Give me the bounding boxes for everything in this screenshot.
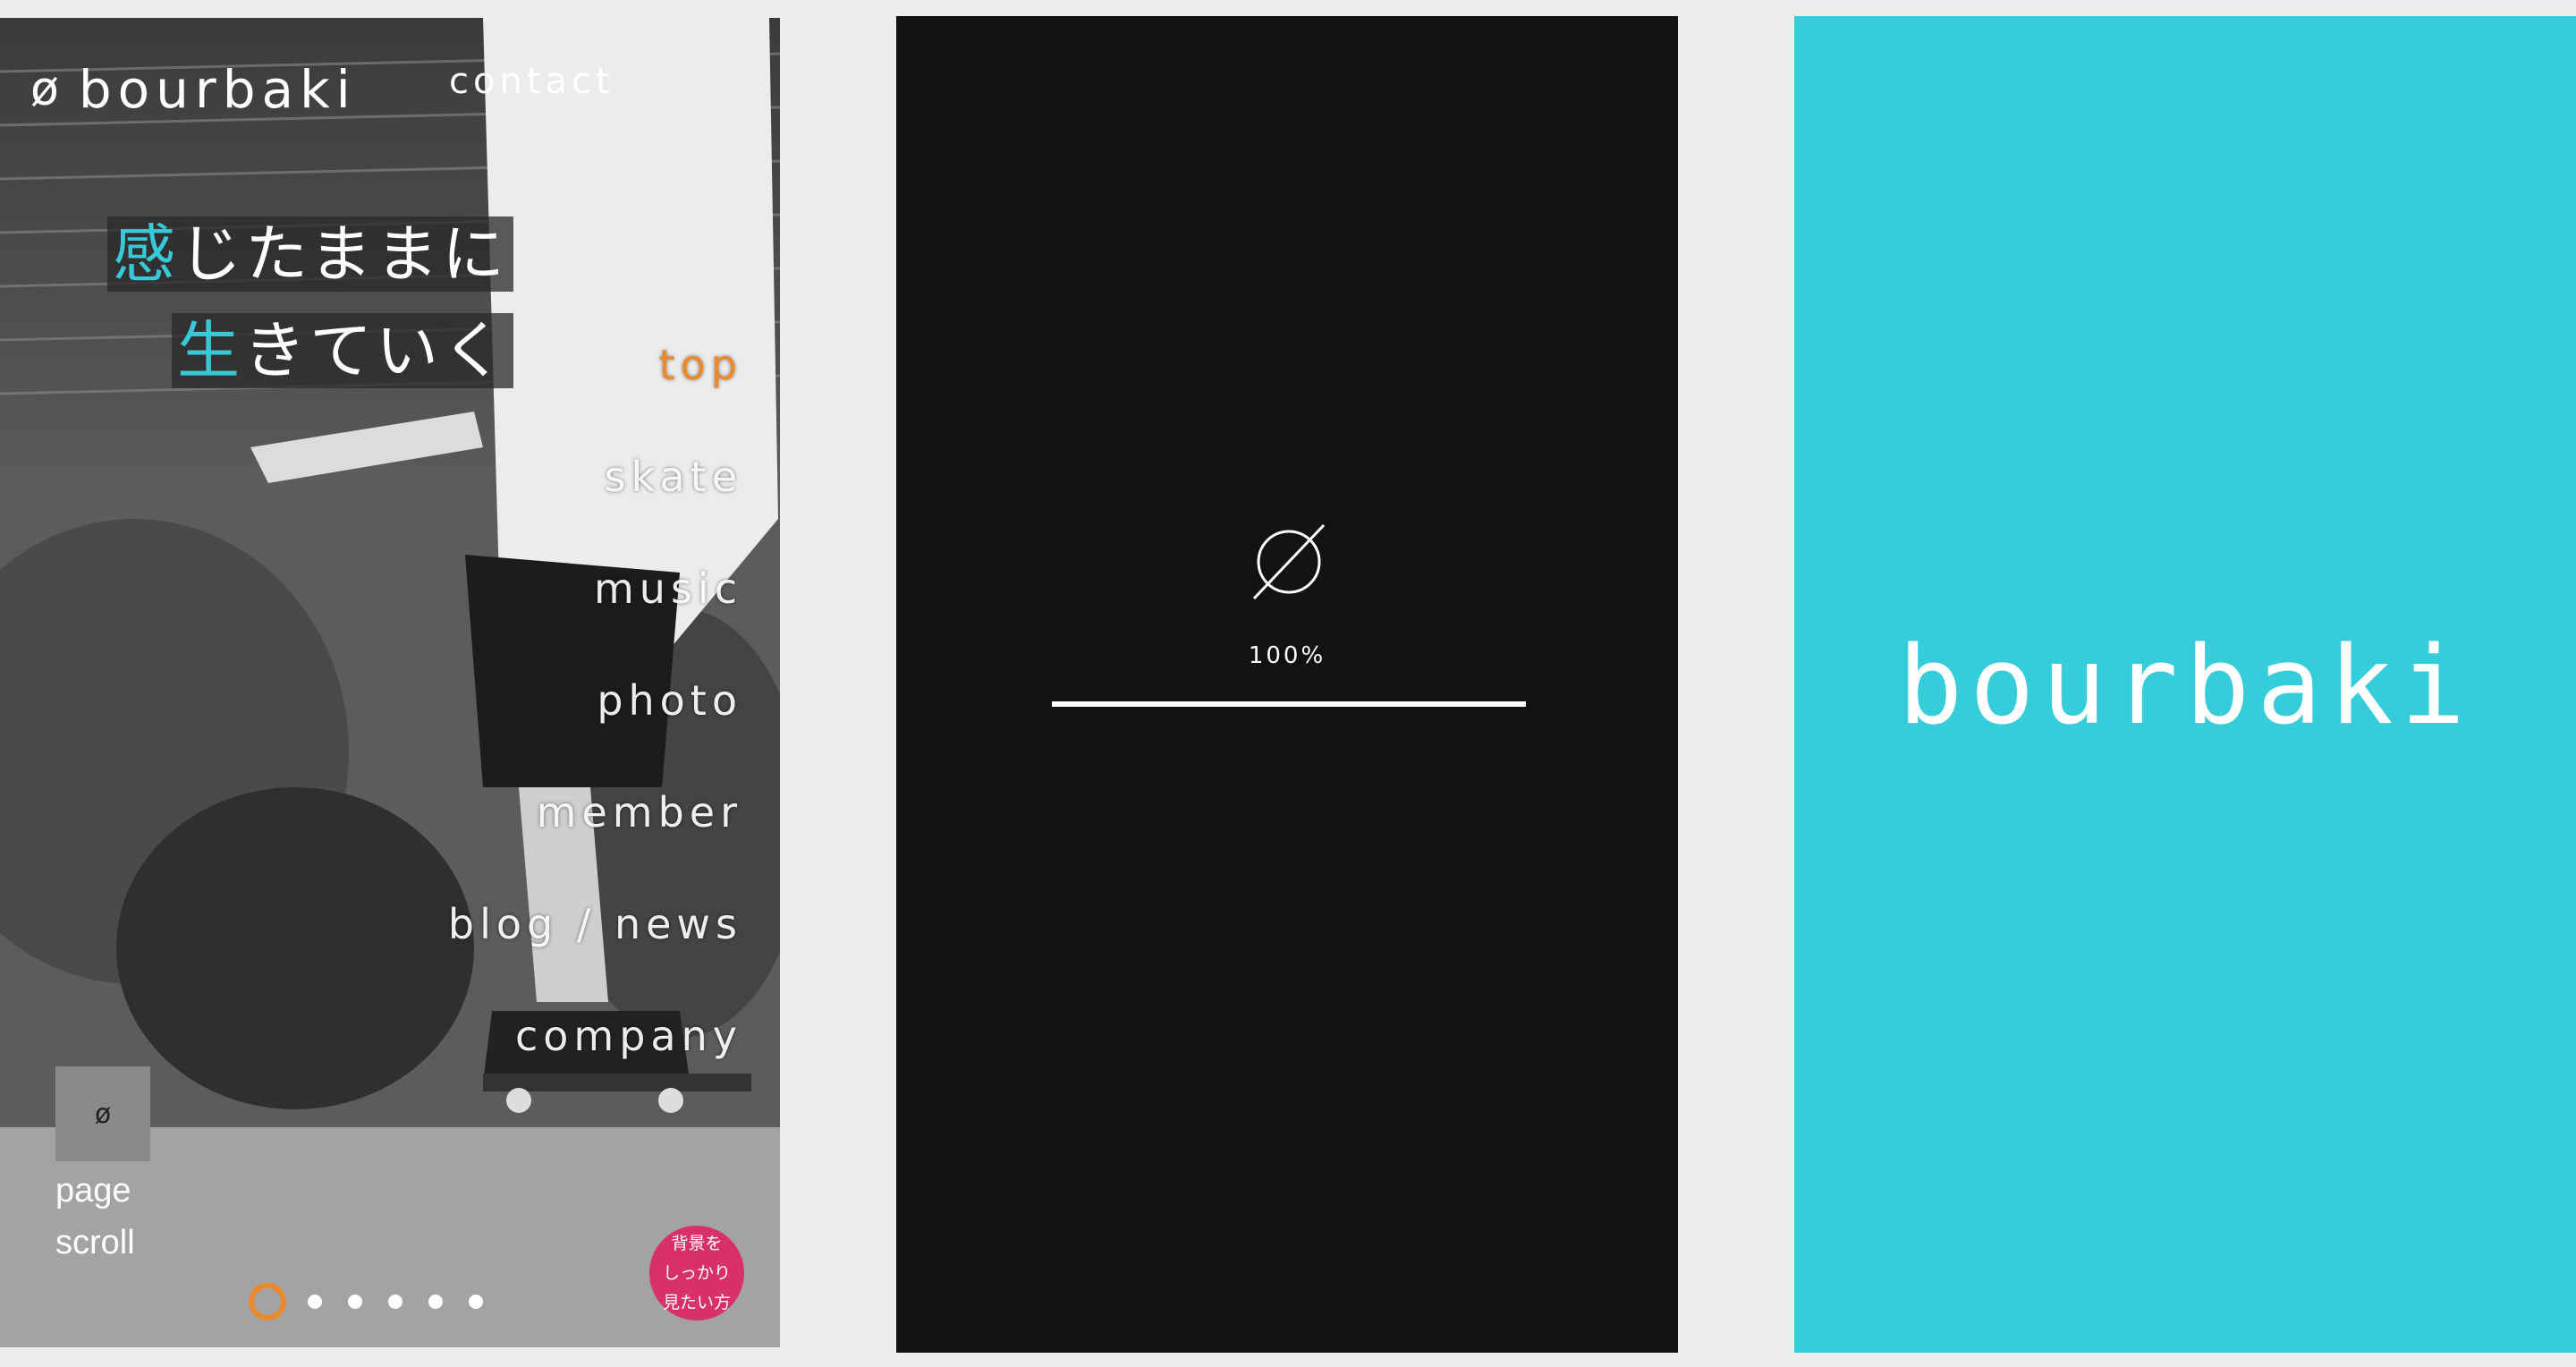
page-scroll-line-1: page: [55, 1172, 131, 1210]
nav-item-music[interactable]: music: [331, 546, 742, 658]
view-background-line-2: しっかり: [662, 1262, 731, 1283]
nav-item-blog-news[interactable]: blog / news: [331, 881, 742, 993]
page-scroll-label: page scroll: [55, 1165, 135, 1269]
nav-item-member[interactable]: member: [331, 769, 742, 881]
hero-panel: ø bourbaki contact 感じたままに 生きていく top skat…: [0, 18, 780, 1347]
empty-set-icon: [1252, 523, 1326, 600]
nav-item-photo[interactable]: photo: [331, 658, 742, 769]
view-background-line-3: 見たい方: [662, 1292, 731, 1312]
catchphrase-line-1: 感じたままに: [107, 217, 513, 292]
page-scroll-line-2: scroll: [55, 1224, 135, 1261]
slider-dot[interactable]: [428, 1295, 443, 1309]
slider-dot[interactable]: [348, 1295, 362, 1309]
view-background-line-1: 背景を: [671, 1233, 723, 1253]
brand-panel: bourbaki: [1794, 16, 2576, 1353]
page-scroll-button[interactable]: ø: [55, 1066, 150, 1161]
site-logo[interactable]: ø bourbaki: [30, 45, 357, 134]
nav-item-company[interactable]: company: [331, 993, 742, 1105]
slider-dot[interactable]: [469, 1295, 483, 1309]
loading-progress-bar: [1052, 701, 1526, 707]
contact-link[interactable]: contact: [449, 61, 614, 102]
catchphrase-accent-2: 生: [177, 314, 243, 387]
brand-logo: bourbaki: [1898, 624, 2472, 749]
nav-item-top[interactable]: top: [331, 322, 742, 434]
main-nav: top skate music photo member blog / news…: [331, 322, 742, 1105]
logo-mark: ø: [30, 63, 59, 116]
slider-dot[interactable]: [308, 1295, 322, 1309]
nav-item-skate[interactable]: skate: [331, 434, 742, 546]
loading-percentage: 100%: [1248, 642, 1326, 669]
loading-panel: 100%: [896, 16, 1678, 1353]
logo-text: bourbaki: [78, 59, 357, 120]
catchphrase-text-1: じたままに: [179, 217, 508, 291]
slider-dot[interactable]: [388, 1295, 402, 1309]
catchphrase-accent-1: 感: [113, 217, 180, 291]
view-background-button[interactable]: 背景を しっかり 見たい方: [649, 1226, 744, 1320]
slider-dot-active[interactable]: [249, 1283, 286, 1320]
slider-pagination: [249, 1283, 509, 1320]
